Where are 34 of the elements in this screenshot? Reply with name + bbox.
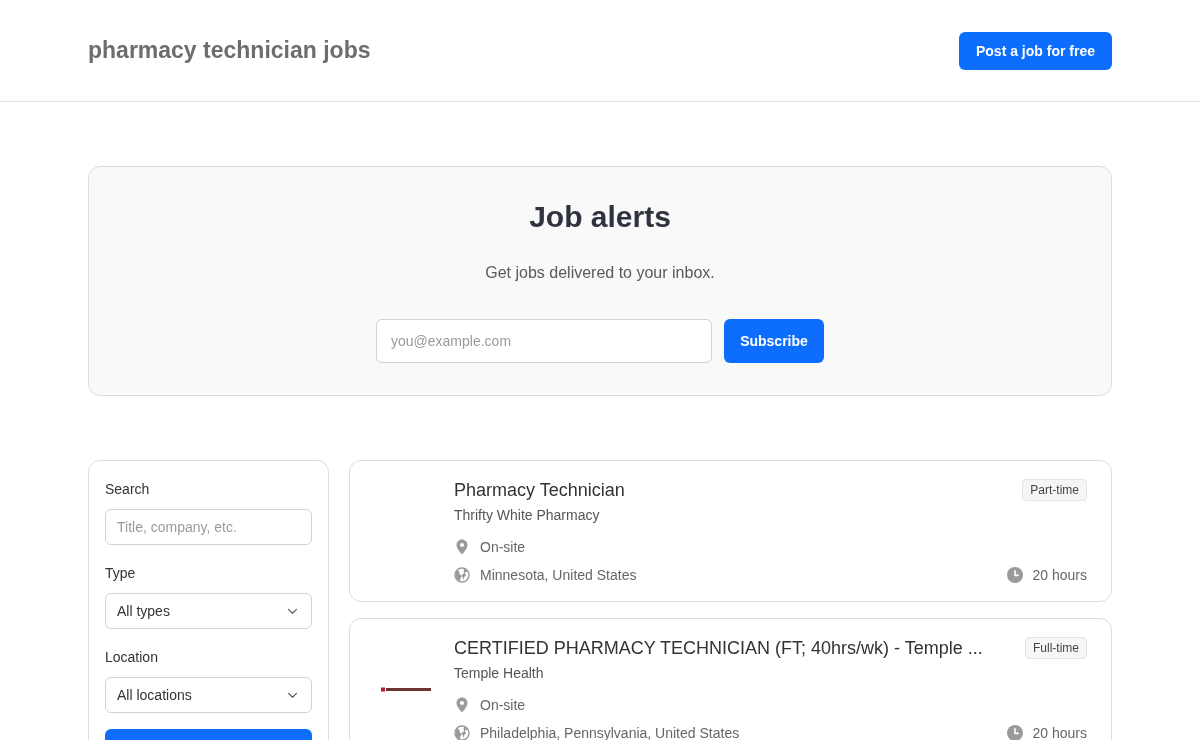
employment-type-tag: Part-time [1022,479,1087,501]
clock-icon [1006,567,1023,583]
employment-type-tag: Full-time [1025,637,1087,659]
search-label: Search [105,480,150,499]
chevron-down-icon [287,691,298,699]
type-label: Type [105,564,136,583]
company-name: Thrifty White Pharmacy [454,506,600,525]
job-alerts-subtitle: Get jobs delivered to your inbox. [485,263,715,283]
job-title[interactable]: CERTIFIED PHARMACY TECHNICIAN (FT; 40hrs/wk) - Temple ... [454,635,983,661]
globe-icon [454,725,470,740]
hours-text: 20 hours [1032,566,1087,585]
subscribe-button[interactable]: Subscribe [724,319,824,363]
job-alerts-title: Job alerts [529,199,671,235]
clock-icon [1006,725,1023,740]
map-pin-icon [454,539,470,555]
type-dropdown[interactable]: All types [105,593,312,629]
location-text: Philadelphia, Pennsylvania, United States [480,724,740,740]
site-title[interactable]: pharmacy technician jobs [88,37,371,64]
company-name: Temple Health [454,664,544,683]
workplace-text: On-site [480,538,526,557]
globe-icon [454,567,470,583]
location-dropdown[interactable]: All locations [105,677,312,713]
search-field[interactable]: Title, company, etc. [105,509,312,545]
job-card[interactable]: CERTIFIED PHARMACY TECHNICIAN (FT; 40hrs/wk) - Temple ... Temple Health On-site Philadelphia, Pennsylvania, United States Full-time 20 hours [349,618,1112,740]
post-job-button[interactable]: Post a job for free [958,31,1112,70]
location-label: Location [105,648,158,667]
job-title[interactable]: Pharmacy Technician [454,477,625,503]
email-field[interactable]: you@example.com [376,319,712,363]
workplace-text: On-site [480,696,526,715]
hours-text: 20 hours [1032,724,1087,740]
map-pin-icon [454,697,470,713]
location-text: Minnesota, United States [480,566,637,585]
chevron-down-icon [287,607,298,615]
job-card[interactable]: Pharmacy Technician Thrifty White Pharmacy On-site Minnesota, United States Part-time 20 hours [349,460,1112,602]
